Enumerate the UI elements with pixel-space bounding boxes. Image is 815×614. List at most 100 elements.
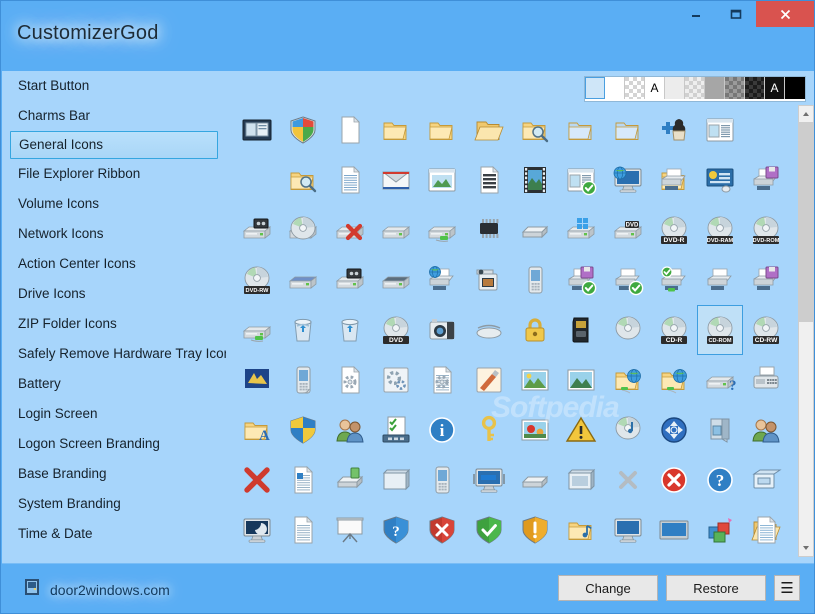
swatch-white-letter[interactable]: A [645,77,665,99]
icon-cell[interactable] [604,355,650,405]
icon-cell[interactable] [373,205,419,255]
icon-cell[interactable] [558,455,604,505]
swatch-black[interactable] [785,77,805,99]
icon-cell[interactable] [419,155,465,205]
brand-link[interactable]: door2windows.com [22,577,170,602]
sidebar-item-zip-folder-icons[interactable]: ZIP Folder Icons [10,309,218,339]
icon-cell[interactable] [651,255,697,305]
icon-cell[interactable] [604,455,650,505]
icon-cell[interactable] [234,305,280,355]
icon-cell[interactable] [419,105,465,155]
icon-cell[interactable] [465,305,511,355]
icon-cell[interactable]: A [234,405,280,455]
icon-cell[interactable]: ? [697,455,743,505]
sidebar-item-time-date[interactable]: Time & Date [10,519,218,549]
icon-cell[interactable] [234,105,280,155]
icon-cell[interactable] [373,455,419,505]
icon-cell[interactable] [651,455,697,505]
icon-cell[interactable] [512,455,558,505]
icon-cell[interactable] [697,255,743,305]
maximize-button[interactable] [716,1,756,27]
icon-cell[interactable] [743,505,789,555]
icon-cell[interactable] [465,455,511,505]
icon-cell[interactable] [327,355,373,405]
background-swatch-strip[interactable]: AA [584,76,806,102]
minimize-button[interactable] [676,1,716,27]
vertical-scrollbar[interactable] [798,105,814,557]
icon-cell[interactable] [419,355,465,405]
swatch-gray-checker[interactable] [725,77,745,99]
sidebar-item-volume-icons[interactable]: Volume Icons [10,189,218,219]
change-button[interactable]: Change [558,575,658,601]
icon-cell[interactable]: CD-R [651,305,697,355]
icon-cell[interactable]: DVD-ROM [743,205,789,255]
icon-cell[interactable] [465,255,511,305]
icon-cell[interactable] [697,405,743,455]
icon-cell[interactable] [373,105,419,155]
icon-cell[interactable] [280,205,326,255]
icon-cell[interactable] [743,405,789,455]
icon-cell[interactable] [558,305,604,355]
icon-cell[interactable] [512,505,558,555]
icon-cell[interactable] [234,505,280,555]
icon-cell[interactable] [558,155,604,205]
menu-button[interactable]: ☰ [774,575,800,601]
icon-cell[interactable] [280,155,326,205]
sidebar-item-system-branding[interactable]: System Branding [10,489,218,519]
icon-cell[interactable] [280,405,326,455]
icon-cell[interactable] [697,155,743,205]
icon-cell[interactable] [558,355,604,405]
icon-cell[interactable] [465,355,511,405]
icon-cell[interactable] [280,105,326,155]
icon-cell[interactable] [604,405,650,455]
icon-cell[interactable] [651,405,697,455]
icon-cell[interactable] [327,305,373,355]
swatch-light-gray-checker[interactable] [685,77,705,99]
icon-cell[interactable] [651,105,697,155]
icon-cell[interactable] [743,255,789,305]
icon-cell[interactable] [280,505,326,555]
restore-button[interactable]: Restore [666,575,766,601]
icon-cell[interactable] [465,205,511,255]
icon-cell[interactable]: CD-ROM [696,305,744,355]
icon-cell[interactable] [280,455,326,505]
swatch-gray[interactable] [705,77,725,99]
icon-cell[interactable] [651,355,697,405]
close-button[interactable] [756,1,814,27]
icon-cell[interactable] [558,105,604,155]
sidebar-item-base-branding[interactable]: Base Branding [10,459,218,489]
icon-cell[interactable]: DVD-RW [234,255,280,305]
sidebar-item-charms-bar[interactable]: Charms Bar [10,101,218,131]
swatch-light-gray[interactable] [665,77,685,99]
sidebar-item-safely-remove-hardware-tray-icon[interactable]: Safely Remove Hardware Tray Icon [10,339,231,369]
icon-cell[interactable] [743,155,789,205]
icon-cell[interactable]: DVD-RAM [697,205,743,255]
icon-cell[interactable] [419,205,465,255]
icon-cell[interactable] [327,105,373,155]
swatch-black-letter[interactable]: A [765,77,785,99]
sidebar-item-login-screen[interactable]: Login Screen [10,399,218,429]
sidebar-item-logon-screen-branding[interactable]: Logon Screen Branding [10,429,218,459]
sidebar-item-drive-icons[interactable]: Drive Icons [10,279,218,309]
swatch-white[interactable] [605,77,625,99]
icon-cell[interactable] [234,455,280,505]
icon-cell[interactable] [512,105,558,155]
sidebar-item-network-icons[interactable]: Network Icons [10,219,218,249]
icon-cell[interactable] [558,405,604,455]
sidebar-item-start-button[interactable]: Start Button [10,71,218,101]
icon-cell[interactable] [697,105,743,155]
icon-cell[interactable] [512,155,558,205]
swatch-light-blue[interactable] [585,77,605,99]
icon-cell[interactable] [373,405,419,455]
icon-cell[interactable] [327,155,373,205]
sidebar-item-battery[interactable]: Battery [10,369,218,399]
icon-cell[interactable] [419,505,465,555]
icon-cell[interactable] [743,455,789,505]
icon-cell[interactable] [743,355,789,405]
icon-cell[interactable] [604,105,650,155]
icon-cell[interactable] [234,355,280,405]
icon-cell[interactable] [327,205,373,255]
icon-cell[interactable] [280,255,326,305]
icon-cell[interactable] [512,355,558,405]
icon-cell[interactable] [465,505,511,555]
